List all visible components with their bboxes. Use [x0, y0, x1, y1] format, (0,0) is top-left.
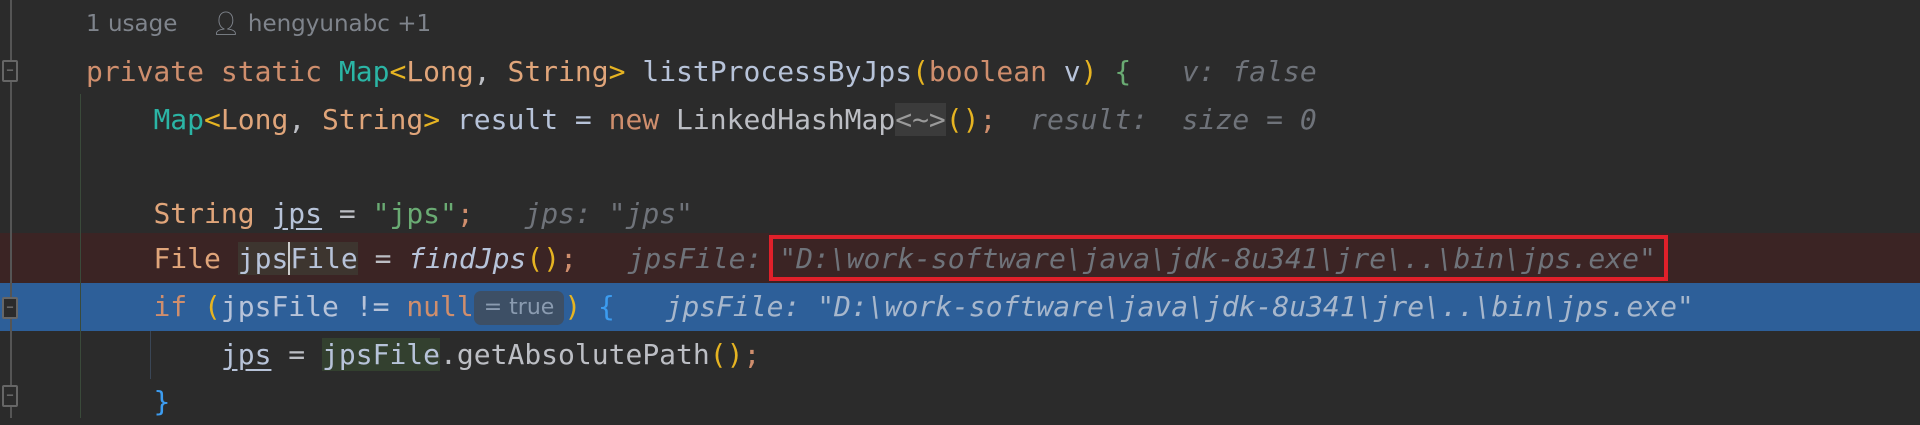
paren: ) — [1080, 55, 1098, 88]
variable: jps — [237, 242, 289, 275]
inline-debug-value: result: size = 0 — [1030, 103, 1317, 136]
type: File — [153, 242, 221, 275]
paren: () — [945, 103, 980, 136]
paren: ( — [204, 290, 221, 323]
diamond-fold[interactable]: <~> — [895, 103, 946, 136]
code-line-2[interactable]: Map<Long, String> result = new LinkedHas… — [86, 96, 1317, 143]
brace: { — [1097, 55, 1132, 88]
indent-guide — [80, 94, 81, 418]
bracket: < — [389, 55, 407, 88]
paren: ) — [564, 290, 582, 323]
method-call: findJps — [408, 242, 527, 275]
keyword: private static — [86, 55, 339, 88]
inline-debug-value: jpsFile: "D:\work-software\java\jdk-8u34… — [665, 290, 1694, 323]
usages-link[interactable]: 1 usage — [86, 11, 177, 37]
semicolon: ; — [743, 338, 761, 371]
brace: } — [153, 385, 171, 418]
punct: , — [288, 103, 323, 136]
type: Long — [220, 103, 289, 136]
paren: ( — [912, 55, 929, 88]
condition-value-badge: = true — [473, 291, 565, 325]
code-line-6[interactable]: if (jpsFile != null = true) { jpsFile: "D… — [86, 283, 1694, 330]
code-line-4[interactable]: String jps = "jps"; jps: "jps" — [86, 190, 693, 237]
keyword: if — [153, 290, 188, 323]
person-icon: 👤︎ — [211, 11, 248, 37]
inline-debug-label: jpsFile: — [627, 242, 780, 275]
type: String — [322, 103, 424, 136]
fold-icon[interactable]: − — [2, 60, 18, 82]
method-name: listProcessByJps — [642, 55, 913, 88]
method-call: .getAbsolutePath — [440, 338, 710, 371]
string-literal: "jps" — [372, 197, 457, 230]
inline-debug-value: v: false — [1181, 55, 1317, 88]
operator: = — [322, 197, 373, 230]
type: String — [507, 55, 609, 88]
keyword: new — [608, 103, 660, 136]
fold-icon[interactable]: − — [2, 385, 18, 407]
paren: () — [709, 338, 744, 371]
variable: jpsFile — [322, 338, 441, 371]
type: Map — [338, 55, 390, 88]
semicolon: ; — [560, 242, 577, 275]
fold-icon[interactable]: − — [2, 297, 18, 319]
paren: () — [526, 242, 561, 275]
operator: = — [357, 242, 409, 275]
text-caret: File — [288, 242, 358, 275]
type: String — [153, 197, 255, 230]
code-line-7[interactable]: jps = jpsFile.getAbsolutePath(); — [86, 331, 760, 378]
code-line-1[interactable]: private static Map<Long, String> listPro… — [86, 48, 1317, 95]
annotation-highlight-box — [769, 235, 1668, 281]
brace: { — [581, 290, 615, 323]
semicolon: ; — [979, 103, 997, 136]
variable: jps — [271, 197, 323, 230]
inline-debug-value: jps: "jps" — [524, 197, 693, 230]
semicolon: ; — [456, 197, 474, 230]
variable: jps — [220, 338, 272, 371]
variable: result = — [440, 103, 609, 136]
param: v — [1046, 55, 1081, 88]
type: Long — [406, 55, 474, 88]
keyword: null — [406, 290, 474, 323]
type: LinkedHashMap — [659, 103, 896, 136]
operator: = — [271, 338, 323, 371]
author-link[interactable]: hengyunabc +1 — [248, 11, 431, 37]
punct: , — [473, 55, 508, 88]
type: Map — [153, 103, 205, 136]
bracket: > — [423, 103, 441, 136]
keyword: boolean — [928, 55, 1047, 88]
bracket: > — [608, 55, 626, 88]
code-vision-header: 1 usage 👤︎ hengyunabc +1 — [86, 4, 431, 44]
bracket: < — [204, 103, 221, 136]
expression: jpsFile != — [220, 290, 407, 323]
